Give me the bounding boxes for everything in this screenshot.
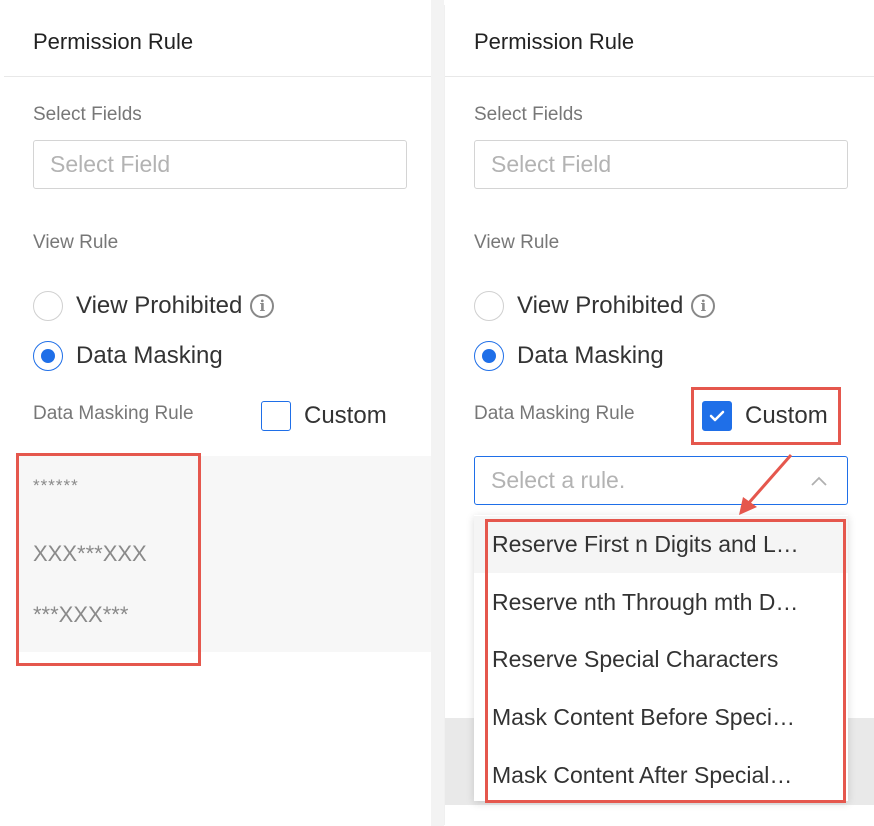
select-field-input[interactable]: Select Field (33, 140, 407, 189)
rule-select-placeholder: Select a rule. (491, 467, 626, 493)
panel-title: Permission Rule (33, 29, 194, 54)
radio-data-masking[interactable]: Data Masking (474, 340, 664, 372)
annotation-arrow (739, 454, 793, 515)
custom-checkbox-row[interactable]: Custom (702, 401, 828, 431)
radio-view-prohibited[interactable]: View Prohibited i (474, 290, 716, 322)
rule-option[interactable]: Reserve Special Characters (474, 631, 848, 688)
custom-label: Custom (304, 402, 387, 429)
rule-option[interactable]: Mask Content Before Speci… (474, 689, 848, 746)
select-fields-label: Select Fields (474, 104, 583, 125)
panel-gutter (431, 0, 444, 826)
radio-button-selected[interactable] (33, 341, 63, 371)
radio-label: View Prohibited (76, 292, 243, 319)
title-divider (445, 76, 874, 77)
mask-examples-list: ****** XXX***XXX ***XXX*** (16, 456, 431, 652)
rule-option[interactable]: Reserve nth Through mth D… (474, 574, 848, 631)
radio-button-selected[interactable] (474, 341, 504, 371)
radio-label: Data Masking (517, 342, 664, 369)
radio-button[interactable] (33, 291, 63, 321)
radio-button[interactable] (474, 291, 504, 321)
chevron-up-icon (811, 476, 827, 486)
custom-label: Custom (745, 402, 828, 429)
data-masking-rule-label: Data Masking Rule (33, 403, 194, 424)
info-icon[interactable]: i (250, 294, 275, 318)
info-icon[interactable]: i (691, 294, 716, 318)
rule-option[interactable]: Reserve First n Digits and L… (474, 516, 848, 573)
view-rule-label: View Rule (474, 232, 560, 253)
title-divider (4, 76, 431, 77)
radio-label: View Prohibited (517, 292, 684, 319)
radio-data-masking[interactable]: Data Masking (33, 340, 223, 372)
mask-example[interactable]: XXX***XXX (33, 541, 147, 567)
radio-label: Data Masking (76, 342, 223, 369)
select-fields-label: Select Fields (33, 104, 142, 125)
view-rule-label: View Rule (33, 232, 119, 253)
mask-example[interactable]: ***XXX*** (33, 602, 128, 628)
rule-option[interactable]: Mask Content After Special… (474, 747, 848, 804)
mask-example[interactable]: ****** (33, 476, 79, 496)
left-permission-panel: Permission Rule Select Fields Select Fie… (4, 5, 431, 702)
custom-checkbox-row[interactable]: Custom (261, 401, 387, 431)
radio-view-prohibited[interactable]: View Prohibited i (33, 290, 275, 322)
select-field-input[interactable]: Select Field (474, 140, 848, 189)
custom-checkbox[interactable] (261, 401, 291, 431)
right-permission-panel: Permission Rule Select Fields Select Fie… (444, 5, 874, 825)
check-icon (709, 410, 725, 422)
rule-dropdown: Reserve First n Digits and L… Reserve nt… (474, 515, 848, 801)
panel-title: Permission Rule (474, 29, 635, 54)
custom-checkbox-checked[interactable] (702, 401, 732, 431)
data-masking-rule-label: Data Masking Rule (474, 403, 635, 424)
